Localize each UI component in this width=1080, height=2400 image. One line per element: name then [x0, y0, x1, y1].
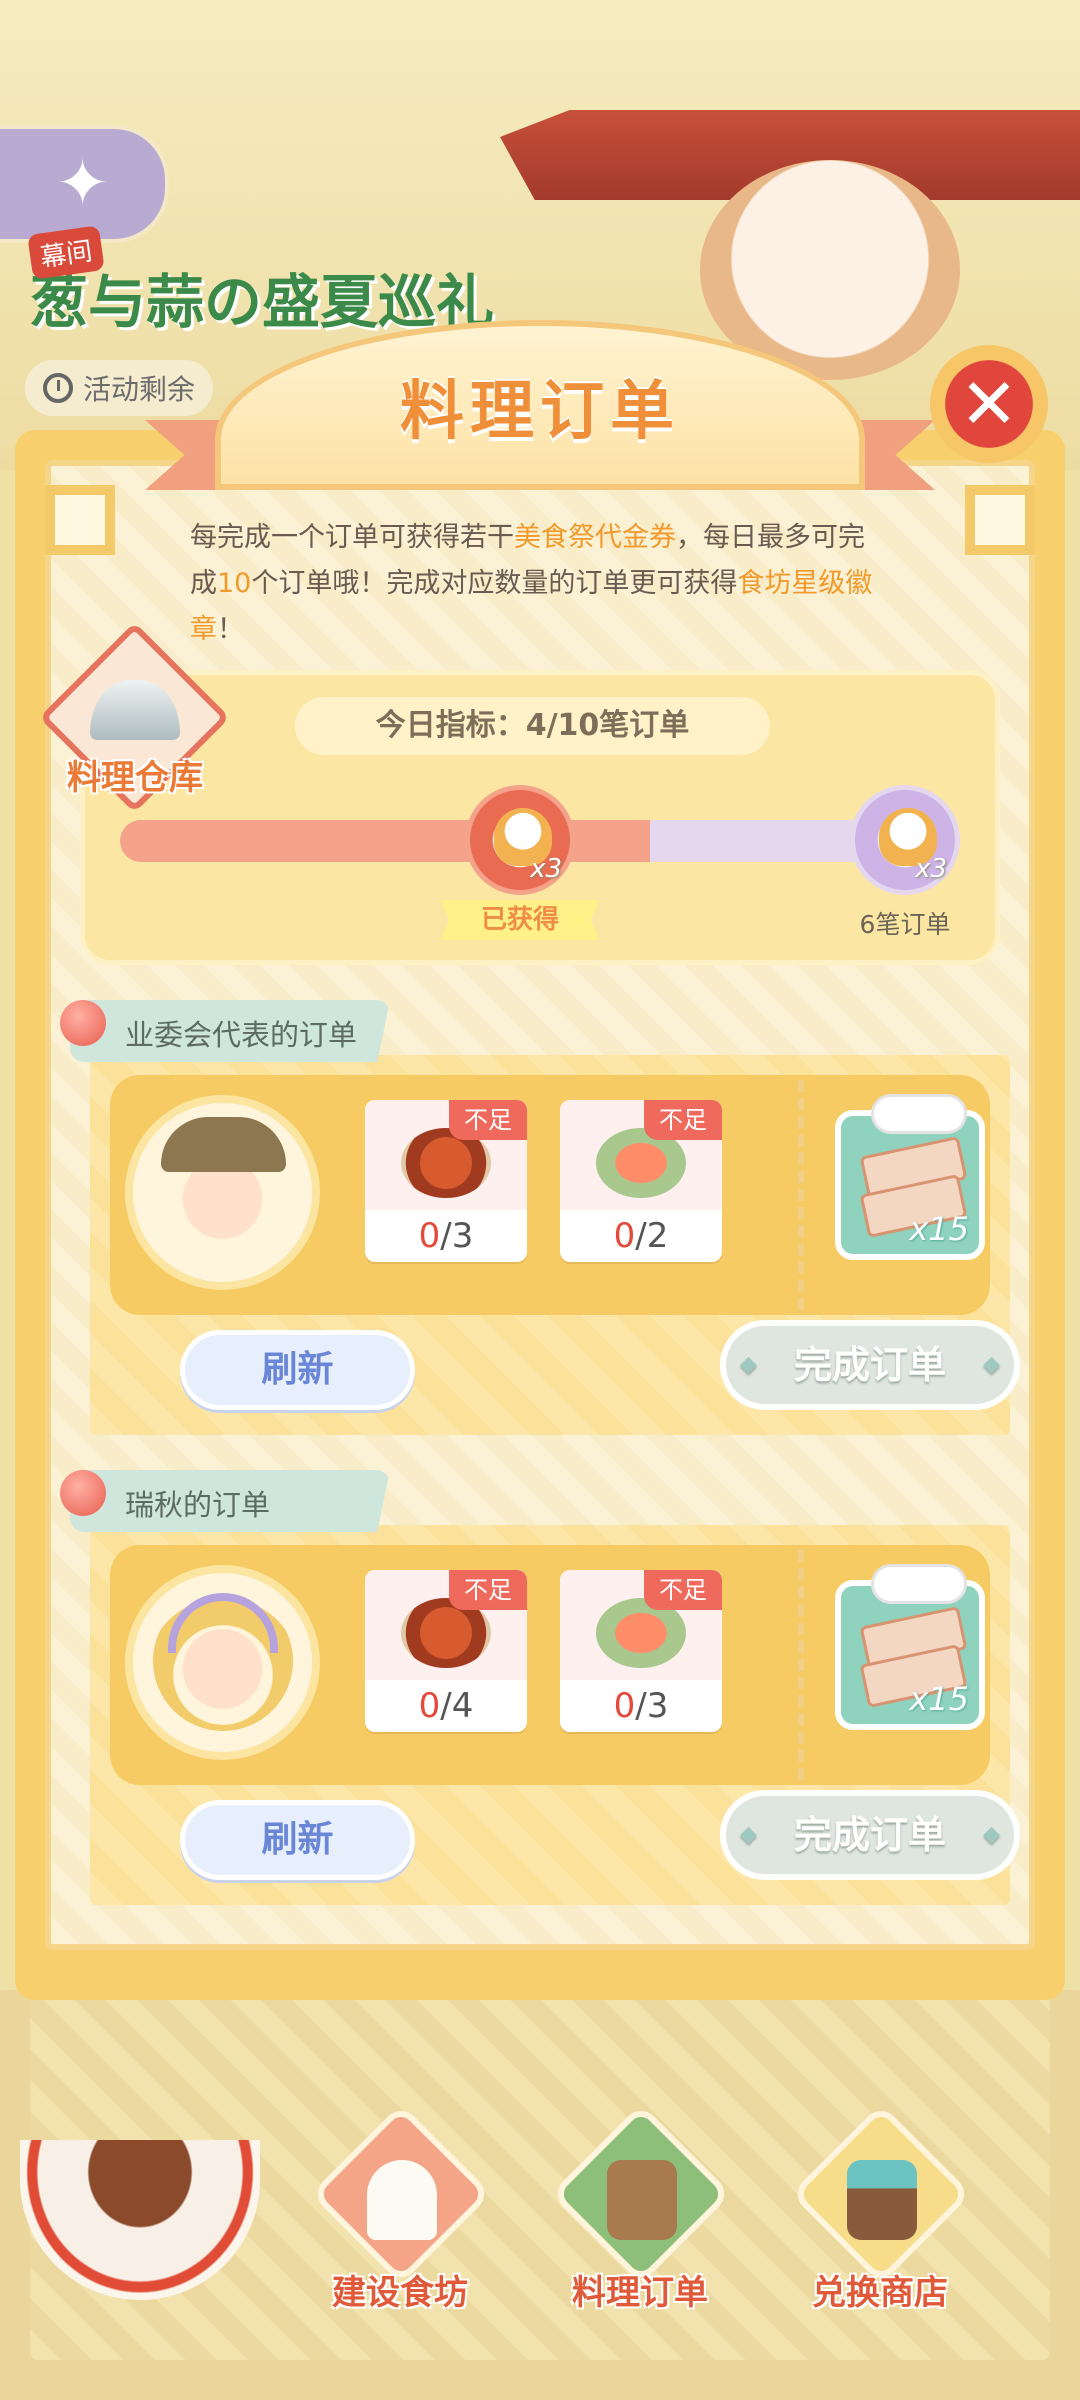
- insufficient-tag: 不足: [449, 1100, 527, 1140]
- divider: [798, 1080, 804, 1310]
- warehouse-label: 料理仓库: [67, 758, 203, 798]
- refresh-button[interactable]: 刷新: [180, 1800, 415, 1880]
- ingredient-slot[interactable]: 不足 0/2: [560, 1100, 722, 1262]
- chef-hat-icon: [367, 2160, 437, 2240]
- ribbon-bow-icon: [871, 1094, 967, 1134]
- ingredient-count: 0/3: [613, 1686, 669, 1726]
- back-button[interactable]: ✦: [0, 125, 169, 243]
- dialog-title: 料理订单: [400, 374, 680, 449]
- ingredient-count: 0/4: [418, 1686, 474, 1726]
- order-card: 瑞秋的订单 不足 0/4 不足 0/3 x15 刷新 完成订单: [60, 1470, 1020, 1905]
- order-reward[interactable]: x15: [835, 1094, 985, 1260]
- nav-label: 兑换商店: [812, 2273, 948, 2313]
- clock-icon: [43, 373, 73, 403]
- clipboard-icon: [607, 2160, 677, 2240]
- complete-order-button[interactable]: 完成订单: [720, 1320, 1020, 1410]
- sparkle-back-icon: ✦: [55, 147, 110, 221]
- ingredient-count: 0/3: [418, 1216, 474, 1256]
- milestone-count: x3: [915, 854, 947, 884]
- insufficient-tag: 不足: [449, 1570, 527, 1610]
- cap-icon: [161, 1117, 286, 1172]
- close-button[interactable]: ✕: [930, 345, 1048, 463]
- order-card: 业委会代表的订单 不足 0/3 不足 0/2 x15 刷新 完成订单: [60, 1000, 1020, 1435]
- ingredient-slot[interactable]: 不足 0/4: [365, 1570, 527, 1732]
- corner-ornament: [45, 485, 115, 555]
- close-icon: ✕: [959, 363, 1019, 445]
- insufficient-tag: 不足: [644, 1570, 722, 1610]
- milestone-label: 6笔订单: [859, 910, 951, 939]
- corner-ornament: [965, 485, 1035, 555]
- order-title: 业委会代表的订单: [125, 1018, 358, 1052]
- nav-label: 料理订单: [572, 2273, 708, 2313]
- refresh-button[interactable]: 刷新: [180, 1330, 415, 1410]
- warehouse-button[interactable]: 料理仓库: [39, 622, 230, 820]
- daily-goal: 今日指标：4/10笔订单: [295, 697, 770, 755]
- ingredient-slot[interactable]: 不足 0/3: [560, 1570, 722, 1732]
- milestone-reward-1[interactable]: x3: [465, 785, 575, 895]
- dialog-banner: 料理订单: [145, 320, 935, 490]
- milestone-count: x3: [530, 854, 562, 884]
- customer-avatar: [125, 1095, 320, 1290]
- intro-text: 每完成一个订单可获得若干美食祭代金券，每日最多可完成10个订单哦！完成对应数量的…: [190, 522, 873, 645]
- pin-icon: [60, 1470, 106, 1516]
- nav-build-kitchen[interactable]: 建设食坊: [305, 2103, 495, 2330]
- ingredient-count: 0/2: [613, 1216, 669, 1256]
- divider: [798, 1550, 804, 1780]
- milestone-reward-2[interactable]: x3: [850, 785, 960, 895]
- ribbon-bow-icon: [871, 1564, 967, 1604]
- insufficient-tag: 不足: [644, 1100, 722, 1140]
- customer-avatar: [125, 1565, 320, 1760]
- ingredient-slot[interactable]: 不足 0/3: [365, 1100, 527, 1262]
- order-reward[interactable]: x15: [835, 1564, 985, 1730]
- obtained-tag: 已获得: [440, 900, 600, 940]
- reward-count: x15: [909, 1210, 969, 1248]
- pin-icon: [60, 1000, 106, 1046]
- nav-exchange-shop[interactable]: 兑换商店: [785, 2103, 975, 2330]
- shop-icon: [847, 2160, 917, 2240]
- nav-cooking-orders[interactable]: 料理订单: [545, 2103, 735, 2330]
- reward-count: x15: [909, 1680, 969, 1718]
- nav-label: 建设食坊: [332, 2273, 468, 2313]
- complete-order-button[interactable]: 完成订单: [720, 1790, 1020, 1880]
- order-title: 瑞秋的订单: [125, 1488, 271, 1522]
